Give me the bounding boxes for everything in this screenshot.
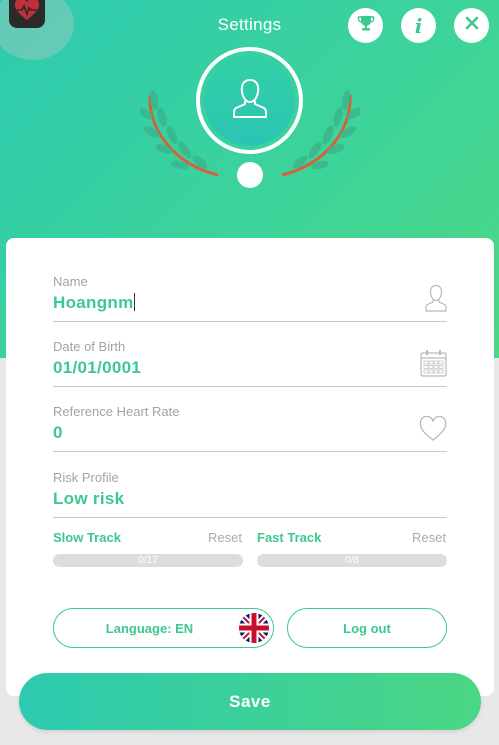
fast-track-progress-text: 0/8	[345, 555, 359, 566]
name-field[interactable]: Name Hoangnm	[53, 274, 447, 322]
slow-track-progress-bar: 0/17	[53, 554, 243, 567]
heart-rate-field[interactable]: Reference Heart Rate 0	[53, 404, 447, 452]
text-cursor	[134, 293, 136, 311]
language-button-label: Language: EN	[105, 620, 194, 636]
calendar-icon[interactable]	[420, 349, 447, 382]
language-button[interactable]: Language: EN	[53, 608, 274, 648]
avatar[interactable]	[196, 47, 303, 154]
logout-button[interactable]: Log out	[287, 608, 447, 648]
slow-track-progress-text: 0/17	[138, 555, 158, 566]
avatar-circle	[204, 55, 295, 146]
slow-track-label: Slow Track	[53, 530, 121, 545]
heart-rate-label: Reference Heart Rate	[53, 404, 180, 419]
name-input[interactable]: Hoangnm	[53, 293, 136, 313]
info-button[interactable]: i	[401, 8, 436, 43]
dob-field[interactable]: Date of Birth 01/01/0001	[53, 339, 447, 387]
logout-button-label: Log out	[343, 620, 391, 636]
settings-card: Name Hoangnm Date of Birth 01/01/0001 Re…	[6, 238, 494, 696]
user-silhouette-icon	[232, 77, 267, 124]
heart-rate-input[interactable]: 0	[53, 423, 63, 443]
fast-track-reset-button[interactable]: Reset	[412, 530, 446, 545]
fast-track-progress-bar: 0/8	[257, 554, 447, 567]
user-outline-icon	[425, 284, 447, 317]
trophy-icon	[357, 14, 375, 37]
close-button[interactable]	[454, 8, 489, 43]
risk-profile-label: Risk Profile	[53, 470, 119, 485]
info-icon: i	[414, 13, 423, 38]
risk-profile-value[interactable]: Low risk	[53, 489, 124, 509]
uk-flag-icon	[239, 613, 269, 643]
save-button-label: Save	[229, 691, 271, 711]
name-label: Name	[53, 274, 88, 289]
dob-label: Date of Birth	[53, 339, 126, 354]
dob-input[interactable]: 01/01/0001	[53, 358, 141, 378]
slow-track-reset-button[interactable]: Reset	[208, 530, 242, 545]
heart-outline-icon	[419, 415, 447, 447]
fast-track-label: Fast Track	[257, 530, 322, 545]
risk-profile-field[interactable]: Risk Profile Low risk	[53, 470, 447, 518]
save-button[interactable]: Save	[19, 673, 481, 730]
page-indicator-dot	[237, 162, 263, 188]
close-icon	[465, 16, 479, 35]
trophy-button[interactable]	[348, 8, 383, 43]
